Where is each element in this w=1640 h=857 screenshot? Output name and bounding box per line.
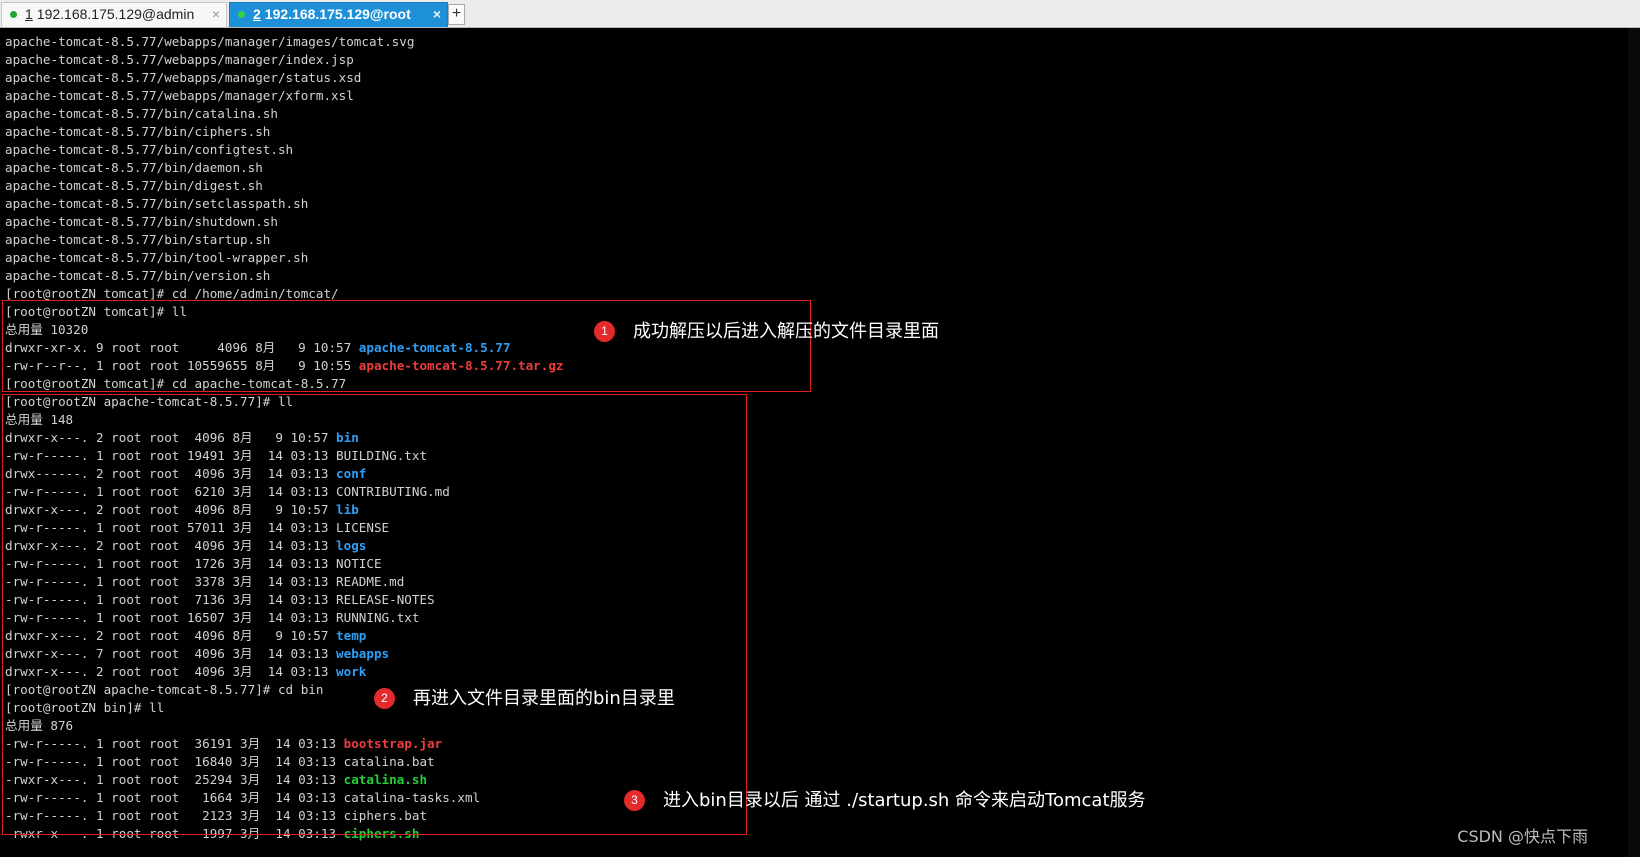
- tab-title: 192.168.175.129@root: [264, 6, 411, 22]
- new-tab-button[interactable]: +: [448, 4, 465, 25]
- annotation-box-2: [2, 394, 747, 835]
- file-path-line: apache-tomcat-8.5.77/bin/configtest.sh: [5, 142, 294, 157]
- file-path-line: apache-tomcat-8.5.77/webapps/manager/ind…: [5, 52, 354, 67]
- step-badge-1: 1: [594, 321, 615, 342]
- step-note-2: 再进入文件目录里面的bin目录里: [413, 688, 675, 709]
- tab-number: 1: [25, 6, 33, 22]
- file-path-line: apache-tomcat-8.5.77/bin/daemon.sh: [5, 160, 263, 175]
- tab-number: 2: [253, 6, 261, 22]
- file-path-line: apache-tomcat-8.5.77/bin/digest.sh: [5, 178, 263, 193]
- extracted-file-list: apache-tomcat-8.5.77/webapps/manager/ima…: [5, 33, 1615, 285]
- tab-session-1[interactable]: 1 192.168.175.129@admin ×: [1, 2, 227, 27]
- connection-status-dot: [238, 11, 245, 18]
- file-path-line: apache-tomcat-8.5.77/bin/catalina.sh: [5, 106, 278, 121]
- file-path-line: apache-tomcat-8.5.77/bin/ciphers.sh: [5, 124, 271, 139]
- file-path-line: apache-tomcat-8.5.77/bin/tool-wrapper.sh: [5, 250, 309, 265]
- step-note-3: 进入bin目录以后 通过 ./startup.sh 命令来启动Tomcat服务: [663, 790, 1146, 811]
- file-path-line: apache-tomcat-8.5.77/bin/startup.sh: [5, 232, 271, 247]
- watermark: CSDN @快点下雨: [1457, 827, 1588, 846]
- close-icon[interactable]: ×: [433, 3, 441, 26]
- session-tab-bar: 1 192.168.175.129@admin × 2 192.168.175.12…: [0, 0, 1640, 28]
- tab-session-2[interactable]: 2 192.168.175.129@root ×: [229, 2, 448, 27]
- terminal-scrollbar[interactable]: [1628, 28, 1640, 857]
- connection-status-dot: [10, 11, 17, 18]
- file-path-line: apache-tomcat-8.5.77/webapps/manager/sta…: [5, 70, 362, 85]
- file-path-line: apache-tomcat-8.5.77/bin/version.sh: [5, 268, 271, 283]
- tab-title: 192.168.175.129@admin: [36, 6, 195, 22]
- file-path-line: apache-tomcat-8.5.77/bin/shutdown.sh: [5, 214, 278, 229]
- step-badge-2: 2: [374, 688, 395, 709]
- file-path-line: apache-tomcat-8.5.77/bin/setclasspath.sh: [5, 196, 309, 211]
- file-path-line: apache-tomcat-8.5.77/webapps/manager/xfo…: [5, 88, 354, 103]
- file-path-line: apache-tomcat-8.5.77/webapps/manager/ima…: [5, 34, 415, 49]
- step-note-1: 成功解压以后进入解压的文件目录里面: [633, 321, 939, 342]
- step-badge-3: 3: [624, 790, 645, 811]
- annotation-box-1: [2, 300, 811, 392]
- close-icon[interactable]: ×: [212, 3, 220, 26]
